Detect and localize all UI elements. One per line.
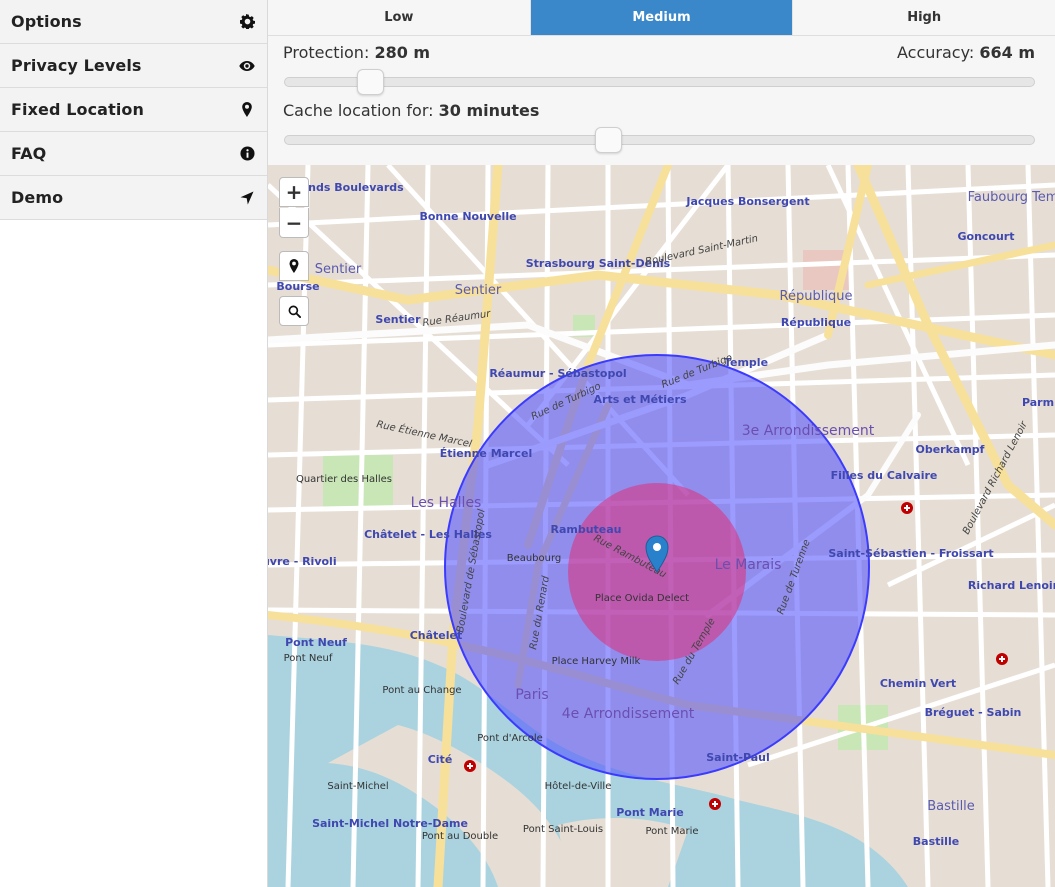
map-label: Pont Marie [616,806,684,819]
accuracy-readout: Accuracy: 664 m [897,43,1035,62]
map-label: Pont au Change [382,685,461,696]
sidebar-item-demo[interactable]: Demo [0,176,267,220]
sidebar-item-faq[interactable]: FAQ [0,132,267,176]
map-label: Bastille [913,835,959,848]
map-label: Beaubourg [507,553,562,564]
cache-slider-track[interactable] [284,127,1035,153]
map-label: Le Marais [715,557,782,573]
protection-readout: Protection: 280 m [283,43,430,62]
map-label: Cité [428,753,453,766]
map-label: Bonne Nouvelle [419,210,516,223]
map-marker-icon [239,102,255,118]
map-label: Saint-Michel [327,781,388,792]
protection-value: 280 m [374,43,431,62]
map-label: Filles du Calvaire [831,469,938,482]
cache-row: Cache location for: 30 minutes [283,101,1035,120]
map-label: Sentier [315,262,362,277]
map-label: Sentier [375,313,421,326]
sidebar-item-privacy-levels[interactable]: Privacy Levels [0,44,267,88]
map-label: Sentier [455,283,502,298]
map-label: Oberkampf [916,443,985,456]
sidebar-item-fixed-location[interactable]: Fixed Location [0,88,267,132]
hospital-icon [996,653,1008,665]
sidebar-item-label: Privacy Levels [11,56,142,75]
location-arrow-icon [239,190,255,206]
map-label: Louvre - Rivoli [268,555,337,568]
map-label: 4e Arrondissement [562,706,695,722]
privacy-controls: Low Medium High Protection: 280 m Accura… [268,0,1055,165]
map-label: Pont Neuf [285,636,347,649]
map-label: Bourse [276,280,319,293]
map-label: Pont d'Arcole [477,733,543,744]
map-label: République [781,316,851,329]
map-label: Pont Neuf [284,653,333,664]
protection-label: Protection: [283,43,370,62]
map-label: Jacques Bonsergent [685,195,809,208]
map-label: Pont Saint-Louis [523,824,603,835]
map-marker-icon [289,259,299,273]
map-label: Quartier des Halles [296,474,392,485]
map-label: Pont au Double [422,831,498,842]
sidebar: Options Privacy Levels Fixed Location FA… [0,0,268,887]
protection-slider-handle[interactable] [357,69,384,95]
tab-medium[interactable]: Medium [530,0,794,35]
map-label: Arts et Métiers [594,393,687,406]
map-label: Étienne Marcel [440,447,533,460]
cache-slider-handle[interactable] [595,127,622,153]
set-location-button[interactable] [279,251,309,281]
sidebar-item-label: Fixed Location [11,100,144,119]
map-label: Bastille [927,799,975,814]
sidebar-item-label: FAQ [11,144,47,163]
map-label: Hôtel-de-Ville [545,780,612,792]
map-label: Les Halles [411,495,482,511]
zoom-out-button[interactable]: − [279,208,309,238]
map-label: Paris [515,687,548,703]
eye-icon [239,58,255,74]
cache-readout: Cache location for: 30 minutes [283,101,539,120]
search-icon [288,305,301,318]
map-label: Chemin Vert [880,677,956,690]
map-label: Saint-Sébastien - Froissart [828,547,993,560]
map-label: Pont Marie [645,826,698,837]
cache-value: 30 minutes [438,101,540,120]
info-icon [239,146,255,162]
map-label: République [780,289,853,304]
map-label: Parm [1022,396,1054,409]
map-label: Bréguet - Sabin [925,706,1022,719]
map-label: Faubourg Temple [968,190,1055,205]
map-label: Goncourt [957,230,1014,243]
map-label: Place Ovida Delect [595,593,689,604]
zoom-in-button[interactable]: + [279,177,309,207]
privacy-level-tabs: Low Medium High [268,0,1055,36]
sidebar-item-label: Demo [11,188,64,207]
cache-label: Cache location for: [283,101,434,120]
map-label: Saint-Paul [706,751,770,764]
hospital-icon [464,760,476,772]
map-canvas[interactable]: Grands Boulevards Bonne Nouvelle Strasbo… [268,165,1055,887]
search-button[interactable] [279,296,309,326]
hospital-icon [901,502,913,514]
accuracy-value: 664 m [979,43,1035,62]
protection-slider-track[interactable] [284,69,1035,95]
gear-icon [239,14,255,30]
sidebar-item-options[interactable]: Options [0,0,267,44]
sidebar-item-label: Options [11,12,82,31]
tab-high[interactable]: High [793,0,1055,35]
accuracy-label: Accuracy: [896,43,975,62]
map-label: 3e Arrondissement [742,423,875,439]
map-label: Rambuteau [550,523,621,536]
protection-accuracy-row: Protection: 280 m Accuracy: 664 m [283,43,1035,62]
map[interactable]: Grands Boulevards Bonne Nouvelle Strasbo… [268,165,1055,887]
map-label: Réaumur - Sébastopol [489,367,626,380]
hospital-icon [709,798,721,810]
tab-low[interactable]: Low [268,0,531,35]
map-label: Richard Lenoir [968,579,1055,592]
map-label: Saint-Michel Notre-Dame [312,817,468,830]
map-label: Place Harvey Milk [552,656,641,667]
